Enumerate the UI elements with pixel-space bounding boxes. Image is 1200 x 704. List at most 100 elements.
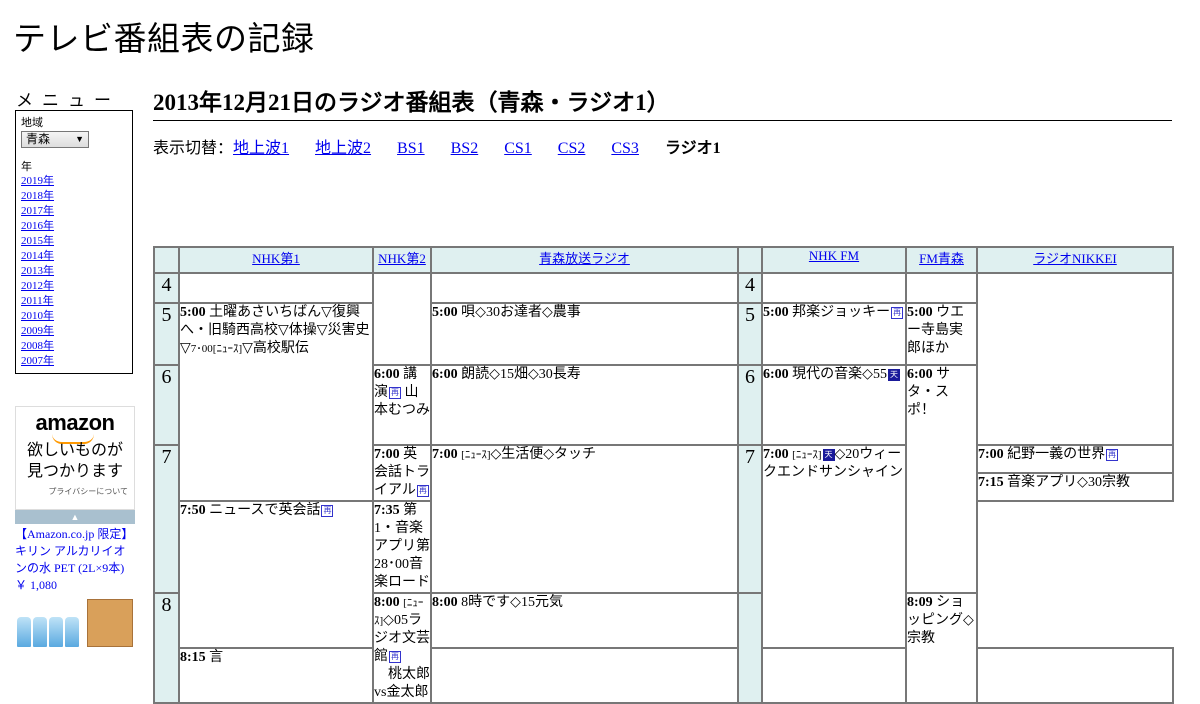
switch-link-cs3[interactable]: CS3 [611,140,639,157]
program-time: 5:00 [432,305,458,320]
program-title: 紀野一義の世界 [1007,447,1106,462]
program-time: 5:00 [907,305,933,320]
switch-link-cs2[interactable]: CS2 [558,140,586,157]
year-link-2010[interactable]: 2010年 [21,309,127,324]
program-cell-empty [976,272,1174,446]
switch-link-terrestrial2[interactable]: 地上波2 [315,140,371,157]
site-title: テレビ番組表の記録 [13,19,315,58]
program-cell[interactable]: 7:00 英会話トライアル再 [372,444,432,502]
year-link-2013[interactable]: 2013年 [21,264,127,279]
year-link-2016[interactable]: 2016年 [21,219,127,234]
channel-link-nhk2[interactable]: NHK第2 [378,251,426,266]
program-title: ◇生活便◇タッチ [490,447,597,462]
ad-collapse-bar[interactable]: ▲ [15,510,135,524]
program-cell[interactable]: 7:00 [ﾆｭｰｽ] 天 ◇20ウィークエンドサンシャイン [761,444,907,649]
year-link-2019[interactable]: 2019年 [21,174,127,189]
ad-copy-line2: 見つかります [26,461,123,480]
channel-header[interactable]: NHK第1 [178,246,374,274]
channel-link-rab[interactable]: 青森放送ラジオ [539,251,630,266]
program-cell-empty [430,647,739,704]
channel-link-fmaomori[interactable]: FM青森 [919,251,964,266]
program-title: 桃太郎vs金太郎 [374,667,430,700]
water-bottle-icon [17,617,31,647]
chevron-down-icon: ▼ [75,134,84,144]
program-cell[interactable]: 6:00 朗読◇15畑◇30長寿 [430,364,739,446]
ad-price[interactable]: ￥ 1,080 [15,577,135,593]
amazon-ad[interactable]: amazon 欲しいものが 見つかります プライバシーについて ▲ 【Amazo… [15,406,135,647]
program-time: 6:00 [907,367,933,382]
ad-privacy-link[interactable]: プライバシーについて [48,486,128,497]
program-title: 現代の音楽◇55 [792,367,887,382]
switch-current-radio1: ラジオ1 [664,140,721,157]
year-link-2017[interactable]: 2017年 [21,204,127,219]
rerun-icon: 再 [389,387,401,399]
program-cell-empty [976,647,1174,704]
switch-link-bs1[interactable]: BS1 [397,140,425,157]
switch-link-bs2[interactable]: BS2 [451,140,479,157]
program-time: 6:00 [432,367,458,382]
hour-header [153,246,180,274]
program-cell[interactable]: 6:00 講演再 山本むつみ [372,364,432,446]
year-link-2015[interactable]: 2015年 [21,234,127,249]
channel-header[interactable]: ラジオNIKKEI [976,246,1174,274]
channel-header[interactable]: FM青森 [905,246,978,274]
program-time: 8:09 [907,595,933,610]
channel-link-nikkei[interactable]: ラジオNIKKEI [1033,251,1117,266]
year-link-2009[interactable]: 2009年 [21,324,127,339]
channel-link-nhkfm[interactable]: NHK FM [809,248,859,263]
program-time: 7:35 [374,503,400,518]
ad-product-image[interactable] [15,597,135,647]
program-cell[interactable]: 7:35 第1・音楽アプリ第28･00音楽ロード [372,500,432,594]
program-cell[interactable]: 7:00 紀野一義の世界再 [976,444,1174,474]
program-cell[interactable]: 7:15 音楽アプリ◇30宗教 [976,472,1174,502]
year-link-2011[interactable]: 2011年 [21,294,127,309]
weather-icon: 天 [887,369,900,381]
hour-cell: 6 [737,364,763,446]
program-cell[interactable]: 5:00 土曜あさいちばん▽復興へ・旧騎西高校▽体操▽災害史▽7･00[ﾆｭｰｽ… [178,302,374,502]
program-title: 言 [209,650,224,665]
region-select[interactable]: 青森 ▼ [21,131,89,148]
switch-link-cs1[interactable]: CS1 [504,140,532,157]
year-link-2014[interactable]: 2014年 [21,249,127,264]
program-cell[interactable]: 8:00 8時です◇15元気 [430,592,739,649]
program-title: 朗読◇15畑◇30長寿 [461,367,581,382]
program-cell[interactable]: 5:00 唄◇30お達者◇農事 [430,302,739,366]
amazon-logo: amazon [35,410,115,435]
rerun-icon: 再 [389,651,401,663]
year-link-2012[interactable]: 2012年 [21,279,127,294]
year-link-2018[interactable]: 2018年 [21,189,127,204]
program-cell[interactable]: 5:00 邦楽ジョッキー再 [761,302,907,366]
ad-copy: 欲しいものが 見つかります [16,439,134,481]
ad-product-link[interactable]: 【Amazon.co.jp 限定】キリン アルカリイオンの水 PET (2L×9… [15,526,135,577]
program-cell[interactable]: 6:00 現代の音楽◇55 天 [761,364,907,446]
program-cell-empty [761,647,907,704]
channel-header[interactable]: NHK FM [761,246,907,274]
program-cell-empty [178,272,374,304]
program-title: 邦楽ジョッキー [792,305,891,320]
year-link-2007[interactable]: 2007年 [21,354,127,369]
program-cell[interactable]: 8:00 [ﾆｭｰｽ]◇05ラジオ文芸館再 桃太郎vs金太郎 [372,592,432,704]
channel-header[interactable]: NHK第2 [372,246,432,274]
program-cell[interactable]: 7:50 ニュースで英会話再 [178,500,374,649]
water-bottle-icon [49,617,63,647]
program-time: 6:00 [374,367,400,382]
program-cell[interactable]: 6:00 サタ・スポ！ [905,364,978,594]
program-time: 8:00 [432,595,458,610]
page-title: 2013年12月21日のラジオ番組表（青森・ラジオ1） [153,83,1172,121]
program-cell[interactable]: 5:00 ウエー寺島実郎ほか [905,302,978,366]
program-cell[interactable]: 7:00 [ﾆｭｰｽ]◇生活便◇タッチ [430,444,739,594]
hour-cell: 4 [153,272,180,304]
chevron-up-icon: ▲ [70,512,80,522]
hour-cell: 4 [737,272,763,304]
hour-cell [737,592,763,704]
year-link-2008[interactable]: 2008年 [21,339,127,354]
channel-header-row: NHK第1 NHK第2 青森放送ラジオ NHK FM FM青森 ラジオNIKKE… [153,246,1174,274]
view-switcher-label: 表示切替： [153,140,234,157]
ad-banner[interactable]: amazon 欲しいものが 見つかります プライバシーについて [15,406,135,510]
channel-header[interactable]: 青森放送ラジオ [430,246,739,274]
channel-link-nhk1[interactable]: NHK第1 [252,251,300,266]
water-bottle-icon [65,617,79,647]
program-cell[interactable]: 8:09 ショッピング◇宗教 [905,592,978,704]
switch-link-terrestrial1[interactable]: 地上波1 [233,140,289,157]
program-cell[interactable]: 8:15 言 [178,647,374,704]
